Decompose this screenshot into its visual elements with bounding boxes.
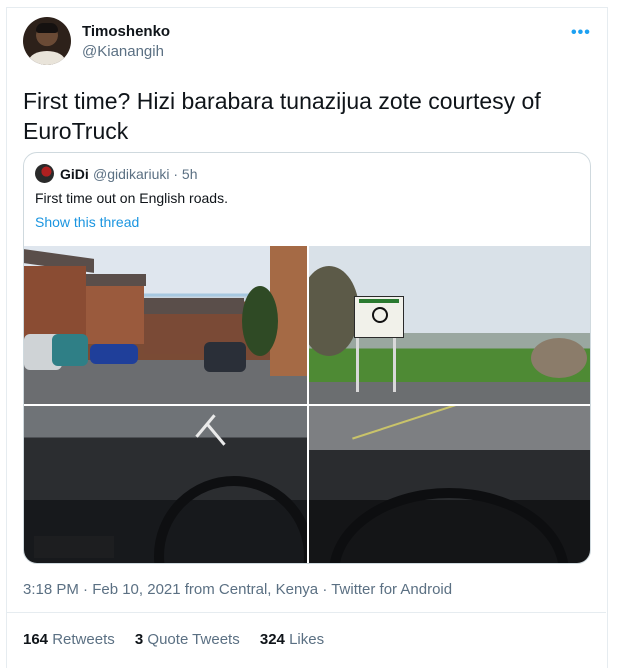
tweet-stats: 164 Retweets 3 Quote Tweets 324 Likes [23, 631, 340, 648]
avatar-shirt [29, 51, 65, 65]
sign-pole [393, 334, 396, 392]
quote-display-name[interactable]: GiDi [60, 166, 89, 182]
photo-roundabout-sign[interactable] [309, 246, 590, 404]
roundabout-symbol [372, 307, 388, 323]
road-marking [205, 422, 226, 446]
author-display-name[interactable]: Timoshenko [82, 23, 170, 40]
tree [242, 286, 278, 356]
car [204, 342, 246, 372]
tree [531, 338, 587, 378]
steering-wheel [329, 488, 569, 563]
tweet-meta: 3:18 PM · Feb 10, 2021 from Central, Ken… [23, 581, 453, 598]
car [52, 334, 88, 366]
retweets-count[interactable]: 164 [23, 631, 48, 648]
avatar-hair [36, 23, 58, 33]
sign-header [359, 299, 399, 303]
sign-pole [356, 334, 359, 392]
photo-street-houses[interactable] [24, 246, 307, 404]
avatar[interactable] [23, 17, 71, 65]
quote-handle-time: @gidikariuki · 5h [93, 166, 198, 182]
likes-count[interactable]: 324 [260, 631, 285, 648]
show-thread-link[interactable]: Show this thread [35, 214, 139, 230]
road-marking [195, 414, 216, 438]
car [90, 344, 138, 364]
more-dots-icon[interactable]: ••• [571, 24, 591, 42]
steering-wheel [154, 476, 307, 563]
quoted-tweet[interactable]: GiDi @gidikariuki · 5h First time out on… [23, 152, 591, 564]
tweet-text: First time? Hizi barabara tunazijua zote… [23, 88, 541, 144]
quote-tweets-label[interactable]: Quote Tweets [147, 631, 239, 648]
house-roof [144, 298, 244, 314]
quote-text: First time out on English roads. [35, 190, 228, 206]
house [24, 266, 86, 336]
tree [309, 266, 359, 356]
house [86, 286, 144, 344]
retweets-label[interactable]: Retweets [52, 631, 115, 648]
author-handle[interactable]: @Kianangih [82, 43, 164, 60]
dashboard-display [34, 536, 114, 558]
house-roof [86, 274, 146, 286]
road-marking [352, 406, 486, 440]
likes-label[interactable]: Likes [289, 631, 324, 648]
road-sign [354, 296, 404, 338]
quote-tweets-count[interactable]: 3 [135, 631, 143, 648]
photo-dashboard-right[interactable] [309, 406, 590, 563]
quote-avatar[interactable] [35, 164, 54, 183]
photo-dashboard-left[interactable] [24, 406, 307, 563]
divider [7, 612, 606, 613]
